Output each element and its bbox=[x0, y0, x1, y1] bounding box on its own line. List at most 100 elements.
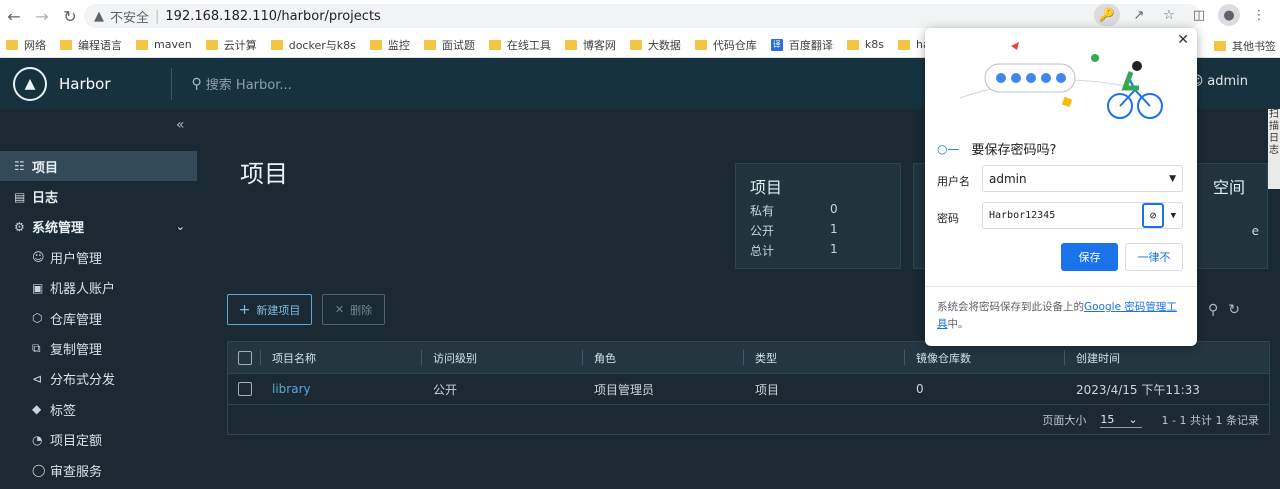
search-icon[interactable]: ⚲ bbox=[1208, 302, 1218, 318]
close-icon[interactable]: ✕ bbox=[1177, 32, 1189, 48]
password-field[interactable]: Harbor12345 ⊘ ▼ bbox=[982, 202, 1183, 229]
plus-icon: + bbox=[238, 301, 251, 318]
search-icon: ⚲ bbox=[191, 75, 202, 92]
table-footer: 页面大小 15 ⌄ 1 - 1 共计 1 条记录 bbox=[228, 404, 1269, 435]
menu-icon[interactable]: ⋮ bbox=[1248, 4, 1270, 26]
sidebar-item-administration[interactable]: ⚙ 系统管理 ⌄ bbox=[0, 212, 197, 242]
table-header: 项目名称 访问级别 角色 类型 镜像仓库数 创建时间 bbox=[228, 342, 1269, 373]
back-icon[interactable]: ← bbox=[0, 2, 28, 30]
bookmark-folder[interactable]: k8s bbox=[846, 38, 884, 51]
column-header[interactable]: 类型 bbox=[743, 342, 904, 373]
key-icon: ○— bbox=[937, 141, 960, 156]
creation-time: 2023/4/15 下午11:33 bbox=[1076, 382, 1200, 397]
bookmark-folder[interactable]: 编程语言 bbox=[60, 37, 122, 53]
translate-icon: 译 bbox=[770, 38, 783, 51]
url-text: 192.168.182.110/harbor/projects bbox=[165, 8, 381, 24]
bookmark-folder[interactable]: 在线工具 bbox=[488, 37, 551, 53]
users-icon: ☺ bbox=[32, 250, 45, 265]
username-select[interactable]: admin ▼ bbox=[982, 165, 1183, 192]
bookmark-folder[interactable]: docker与k8s bbox=[270, 37, 356, 53]
forward-icon[interactable]: → bbox=[28, 2, 56, 30]
admin-icon: ⚙ bbox=[14, 219, 25, 234]
bookmark-translate[interactable]: 译百度翻译 bbox=[770, 37, 833, 53]
folder-icon bbox=[60, 39, 72, 50]
sidebar: « ☷ 项目 ▤ 日志 ⚙ 系统管理 ⌄ ☺ 用户管理 ▣ 机器人账户 ⬡ 仓库管理 ⧉ 复制管… bbox=[0, 109, 197, 489]
dropdown-arrow-icon[interactable]: ▼ bbox=[1171, 211, 1176, 221]
share-icon[interactable]: ↗ bbox=[1128, 4, 1150, 26]
public-row: 公开 1 bbox=[750, 222, 838, 238]
delete-button[interactable]: ✕ 删除 bbox=[322, 294, 385, 325]
sidepanel-icon[interactable]: ◫ bbox=[1188, 4, 1210, 26]
sidebar-item-interrogation[interactable]: ◯ 审查服务 bbox=[0, 455, 197, 485]
column-header[interactable]: 创建时间 bbox=[1064, 342, 1264, 373]
username-label: 用户名 bbox=[937, 175, 970, 188]
close-icon: ✕ bbox=[334, 303, 345, 316]
global-search[interactable]: ⚲ 搜索 Harbor... bbox=[191, 74, 292, 94]
bookmark-folder[interactable]: 面试题 bbox=[423, 37, 475, 53]
bookmark-folder[interactable]: 代码仓库 bbox=[694, 37, 757, 53]
reload-icon[interactable]: ↻ bbox=[56, 2, 84, 30]
sidebar-item-users[interactable]: ☺ 用户管理 bbox=[0, 242, 197, 272]
key-icon[interactable]: 🔑 bbox=[1094, 4, 1120, 26]
search-input[interactable]: 搜索 Harbor... bbox=[206, 74, 292, 93]
user-menu[interactable]: ☺ admin bbox=[1190, 74, 1248, 89]
profile-icon[interactable]: ● bbox=[1218, 4, 1240, 26]
sidebar-item-distributions[interactable]: ⊲ 分布式分发 bbox=[0, 364, 197, 394]
replication-icon: ⧉ bbox=[32, 341, 41, 356]
never-button[interactable]: 一律不 bbox=[1125, 243, 1183, 271]
repo-count: 0 bbox=[916, 382, 924, 396]
refresh-icon[interactable]: ↻ bbox=[1228, 302, 1240, 318]
other-bookmarks[interactable]: 其他书签 bbox=[1214, 38, 1276, 54]
bookmark-folder[interactable]: 博客网 bbox=[564, 37, 616, 53]
bookmark-folder[interactable]: 网络 bbox=[6, 37, 46, 53]
folder-icon bbox=[136, 39, 148, 50]
star-icon[interactable]: ☆ bbox=[1158, 4, 1180, 26]
sidebar-item-labels[interactable]: ◆ 标签 bbox=[0, 394, 197, 424]
tag-icon: ◆ bbox=[32, 402, 42, 417]
right-edge-tab[interactable]: 扫描日志 bbox=[1268, 109, 1280, 189]
folder-icon bbox=[629, 39, 642, 50]
column-header[interactable]: 镜像仓库数 bbox=[904, 342, 1064, 373]
access-level: 公开 bbox=[433, 382, 458, 397]
projects-summary-card: 项目 私有 0 公开 1 总计 1 bbox=[735, 163, 901, 269]
eye-off-icon[interactable]: ⊘ bbox=[1142, 203, 1164, 228]
bookmark-folder[interactable]: 云计算 bbox=[205, 37, 257, 53]
project-name-link[interactable]: library bbox=[260, 374, 421, 404]
browser-actions: 🔑 ↗ ☆ ◫ ● ⋮ bbox=[1094, 4, 1270, 26]
quota-partial-text: e bbox=[1251, 224, 1259, 238]
bookmark-folder[interactable]: maven bbox=[136, 38, 192, 51]
bike-illustration bbox=[959, 42, 1163, 119]
role: 项目管理员 bbox=[594, 382, 655, 397]
harbor-logo-icon[interactable]: ▲ bbox=[13, 66, 47, 101]
sidebar-item-quotas[interactable]: ◔ 项目定额 bbox=[0, 425, 197, 455]
column-header[interactable]: 访问级别 bbox=[421, 342, 582, 373]
brand-name[interactable]: Harbor bbox=[59, 75, 111, 93]
column-header[interactable]: 项目名称 bbox=[260, 342, 421, 373]
card-title: 空间 bbox=[1212, 178, 1245, 197]
sidebar-item-replications[interactable]: ⧉ 复制管理 bbox=[0, 333, 197, 363]
select-all-checkbox[interactable] bbox=[238, 350, 252, 365]
share-nodes-icon: ⊲ bbox=[32, 371, 43, 386]
new-project-button[interactable]: + 新建项目 bbox=[227, 294, 312, 325]
address-bar[interactable]: ▲ 不安全 | 192.168.182.110/harbor/projects bbox=[84, 4, 1200, 28]
sidebar-item-logs[interactable]: ▤ 日志 bbox=[0, 181, 197, 211]
page-size-select[interactable]: 15 ⌄ bbox=[1100, 413, 1142, 428]
row-checkbox[interactable] bbox=[238, 382, 252, 396]
bookmark-folder[interactable]: 监控 bbox=[369, 37, 410, 53]
folder-icon bbox=[897, 39, 910, 50]
column-header[interactable]: 角色 bbox=[582, 342, 743, 373]
sidebar-item-robot-accounts[interactable]: ▣ 机器人账户 bbox=[0, 273, 197, 303]
sidebar-item-projects[interactable]: ☷ 项目 bbox=[0, 151, 197, 182]
sidebar-item-registries[interactable]: ⬡ 仓库管理 bbox=[0, 303, 197, 333]
folder-icon bbox=[1214, 41, 1226, 51]
collapse-sidebar-icon[interactable]: « bbox=[176, 117, 185, 133]
folder-icon bbox=[488, 39, 501, 50]
chevron-down-icon: ⌄ bbox=[175, 220, 185, 234]
bookmark-folder[interactable]: 大数据 bbox=[629, 37, 681, 53]
save-button[interactable]: 保存 bbox=[1061, 243, 1118, 271]
dialog-title: ○— 要保存密码吗? bbox=[937, 141, 1057, 159]
private-row: 私有 0 bbox=[750, 202, 838, 218]
folder-icon bbox=[369, 39, 382, 50]
projects-table: 项目名称 访问级别 角色 类型 镜像仓库数 创建时间 library 公开 项目… bbox=[227, 341, 1270, 435]
logs-icon: ▤ bbox=[14, 189, 26, 204]
